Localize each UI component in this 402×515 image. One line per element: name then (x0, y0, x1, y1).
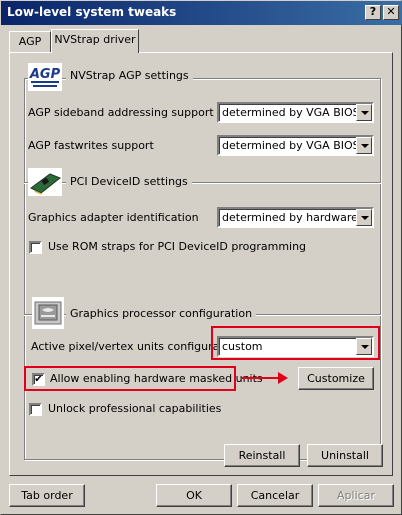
chevron-down-icon[interactable] (356, 104, 372, 121)
tab-agp[interactable]: AGP (9, 31, 51, 53)
customize-button[interactable]: Customize (298, 367, 374, 390)
close-icon: ✕ (386, 5, 396, 18)
adapter-id-value: determined by hardware (222, 211, 358, 224)
nvidia-chip-icon (32, 297, 64, 329)
tab-order-button[interactable]: Tab order (9, 484, 85, 507)
pci-group-title: PCI DeviceID settings (66, 175, 192, 188)
rom-straps-checkbox[interactable] (29, 241, 42, 254)
fastwrites-value: determined by VGA BIOS (222, 139, 360, 152)
sideband-label: AGP sideband addressing support (28, 106, 214, 119)
pci-card-icon (28, 168, 62, 196)
chevron-down-icon[interactable] (356, 209, 372, 226)
adapter-id-select[interactable]: determined by hardware (217, 207, 374, 228)
agp-logo-icon: AGP (28, 63, 62, 91)
tab-panel: AGP NVStrap AGP settings AGP sideband ad… (9, 52, 393, 476)
adapter-id-label: Graphics adapter identification (28, 211, 199, 224)
pixel-vertex-units-label: Active pixel/vertex units configuration (31, 340, 241, 353)
uninstall-button[interactable]: Uninstall (307, 444, 383, 467)
sideband-select[interactable]: determined by VGA BIOS (217, 102, 374, 123)
close-button[interactable]: ✕ (383, 5, 399, 20)
highlight-arrow-head (278, 372, 288, 384)
ok-button[interactable]: OK (156, 484, 232, 507)
tab-nvstrap-driver[interactable]: NVStrap driver (51, 29, 139, 53)
unlock-professional-checkbox[interactable] (29, 403, 42, 416)
tab-agp-label: AGP (18, 35, 42, 48)
fastwrites-select[interactable]: determined by VGA BIOS (217, 135, 374, 156)
fastwrites-label: AGP fastwrites support (28, 139, 154, 152)
help-icon: ? (369, 5, 377, 18)
uninstall-label: Uninstall (321, 449, 369, 462)
sideband-value: determined by VGA BIOS (222, 106, 360, 119)
highlight-arrow-shaft (241, 377, 279, 379)
cancel-label: Cancelar (250, 489, 300, 502)
masked-units-highlight (24, 366, 236, 391)
reinstall-label: Reinstall (238, 449, 286, 462)
tab-nvstrap-label: NVStrap driver (54, 33, 136, 46)
help-button[interactable]: ? (365, 5, 381, 20)
gpu-group-title: Graphics processor configuration (66, 307, 257, 320)
apply-button[interactable]: Aplicar (318, 484, 394, 507)
dialog-window: Low-level system tweaks ? ✕ AGP NVStrap … (0, 0, 402, 515)
rom-straps-label: Use ROM straps for PCI DeviceID programm… (48, 240, 307, 253)
agp-group-title: NVStrap AGP settings (66, 69, 193, 82)
title-bar[interactable]: Low-level system tweaks ? ✕ (1, 1, 402, 25)
chevron-down-icon[interactable] (356, 137, 372, 154)
units-select-highlight (211, 326, 380, 360)
window-title: Low-level system tweaks (7, 5, 177, 19)
unlock-professional-label: Unlock professional capabilities (48, 402, 222, 415)
cancel-button[interactable]: Cancelar (237, 484, 313, 507)
agp-logo-text: AGP (29, 67, 61, 82)
reinstall-button[interactable]: Reinstall (224, 444, 300, 467)
ok-label: OK (186, 489, 202, 502)
tab-order-label: Tab order (21, 489, 73, 502)
customize-label: Customize (307, 372, 365, 385)
apply-label: Aplicar (337, 489, 375, 502)
